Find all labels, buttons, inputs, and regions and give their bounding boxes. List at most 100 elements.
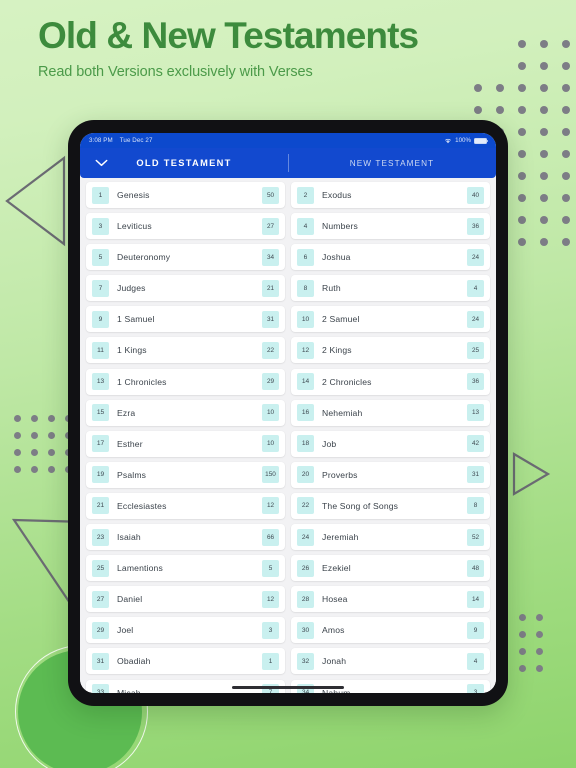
- book-number-badge: 21: [92, 497, 109, 515]
- tablet-device-frame: 3:08 PM Tue Dec 27 100% OLD TESTAMENT NE…: [68, 120, 508, 706]
- book-number-badge: 6: [297, 248, 314, 266]
- book-row: 9 1 Samuel 31 10 2 Samuel 24: [86, 306, 490, 333]
- book-number-badge: 19: [92, 466, 109, 484]
- book-number-badge: 27: [92, 590, 109, 608]
- book-list-item[interactable]: 30 Amos 9: [291, 617, 490, 644]
- chapter-count-badge: 5: [262, 559, 279, 577]
- chapter-count-badge: 10: [262, 435, 279, 453]
- book-list-item[interactable]: 17 Esther 10: [86, 430, 285, 457]
- book-number-badge: 22: [297, 497, 314, 515]
- book-list-item[interactable]: 19 Psalms 150: [86, 461, 285, 488]
- chapter-count-badge: 21: [262, 279, 279, 297]
- book-list-item[interactable]: 22 The Song of Songs 8: [291, 492, 490, 519]
- book-list-item[interactable]: 9 1 Samuel 31: [86, 306, 285, 333]
- tab-new-testament-label: NEW TESTAMENT: [349, 158, 435, 168]
- book-number-badge: 23: [92, 528, 109, 546]
- book-row: 7 Judges 21 8 Ruth 4: [86, 275, 490, 302]
- book-list-item[interactable]: 15 Ezra 10: [86, 399, 285, 426]
- book-name: Ruth: [322, 283, 341, 294]
- book-number-badge: 11: [92, 341, 109, 359]
- testament-tab-bar: OLD TESTAMENT NEW TESTAMENT: [80, 148, 496, 178]
- book-list-item[interactable]: 26 Ezekiel 48: [291, 555, 490, 582]
- book-row: 13 1 Chronicles 29 14 2 Chronicles 36: [86, 368, 490, 395]
- book-list-item[interactable]: 28 Hosea 14: [291, 586, 490, 613]
- book-number-badge: 1: [92, 186, 109, 204]
- book-name: Proverbs: [322, 469, 358, 480]
- chapter-count-badge: 13: [467, 404, 484, 422]
- book-list-item[interactable]: 7 Judges 21: [86, 275, 285, 302]
- book-number-badge: 7: [92, 279, 109, 297]
- chapter-count-badge: 22: [262, 341, 279, 359]
- book-row: 19 Psalms 150 20 Proverbs 31: [86, 461, 490, 488]
- book-number-badge: 25: [92, 559, 109, 577]
- status-bar: 3:08 PM Tue Dec 27 100%: [80, 133, 496, 148]
- book-row: 15 Ezra 10 16 Nehemiah 13: [86, 399, 490, 426]
- book-name: Leviticus: [117, 221, 152, 232]
- book-name: Psalms: [117, 469, 147, 480]
- book-list-item[interactable]: 18 Job 42: [291, 430, 490, 457]
- book-list-item[interactable]: 16 Nehemiah 13: [291, 399, 490, 426]
- book-list-item[interactable]: 21 Ecclesiastes 12: [86, 492, 285, 519]
- book-list-item[interactable]: 14 2 Chronicles 36: [291, 368, 490, 395]
- book-name: Joel: [117, 625, 134, 636]
- chapter-count-badge: 12: [262, 497, 279, 515]
- book-name: Ezra: [117, 407, 136, 418]
- book-list-item[interactable]: 20 Proverbs 31: [291, 461, 490, 488]
- book-name: 2 Chronicles: [322, 376, 372, 387]
- book-name: 1 Kings: [117, 345, 147, 356]
- book-list-item[interactable]: 31 Obadiah 1: [86, 648, 285, 675]
- book-name: Obadiah: [117, 656, 151, 667]
- chapter-count-badge: 36: [467, 217, 484, 235]
- book-number-badge: 24: [297, 528, 314, 546]
- book-list-item[interactable]: 5 Deuteronomy 34: [86, 244, 285, 271]
- book-list-item[interactable]: 2 Exodus 40: [291, 182, 490, 208]
- tab-new-testament[interactable]: NEW TESTAMENT: [288, 148, 496, 178]
- book-number-badge: 4: [297, 217, 314, 235]
- chapter-count-badge: 24: [467, 310, 484, 328]
- book-list-item[interactable]: 23 Isaiah 66: [86, 524, 285, 551]
- book-list[interactable]: 1 Genesis 50 2 Exodus 40 3 Leviticus 27 4 Numbers 3…: [80, 178, 496, 693]
- chapter-count-badge: 42: [467, 435, 484, 453]
- book-list-item[interactable]: 1 Genesis 50: [86, 182, 285, 208]
- book-row: 23 Isaiah 66 24 Jeremiah 52: [86, 524, 490, 551]
- chevron-down-icon[interactable]: [95, 154, 108, 172]
- promo-header: Old & New Testaments Read both Versions …: [38, 14, 419, 80]
- book-row: 3 Leviticus 27 4 Numbers 36: [86, 213, 490, 240]
- chapter-count-badge: 66: [262, 528, 279, 546]
- book-list-item[interactable]: 13 1 Chronicles 29: [86, 368, 285, 395]
- book-name: Esther: [117, 438, 143, 449]
- book-list-item[interactable]: 29 Joel 3: [86, 617, 285, 644]
- book-number-badge: 28: [297, 590, 314, 608]
- book-list-item[interactable]: 32 Jonah 4: [291, 648, 490, 675]
- book-name: Micah: [117, 687, 141, 694]
- book-row: 27 Daniel 12 28 Hosea 14: [86, 586, 490, 613]
- book-list-item[interactable]: 8 Ruth 4: [291, 275, 490, 302]
- book-number-badge: 13: [92, 373, 109, 391]
- book-number-badge: 9: [92, 310, 109, 328]
- book-row: 1 Genesis 50 2 Exodus 40: [86, 182, 490, 208]
- book-list-item[interactable]: 12 2 Kings 25: [291, 337, 490, 364]
- chapter-count-badge: 14: [467, 590, 484, 608]
- dot-grid-top-right-a: [518, 40, 576, 84]
- status-bar-date: Tue Dec 27: [119, 137, 153, 144]
- book-list-item[interactable]: 3 Leviticus 27: [86, 213, 285, 240]
- book-name: Joshua: [322, 252, 351, 263]
- chapter-count-badge: 50: [262, 186, 279, 204]
- book-list-item[interactable]: 10 2 Samuel 24: [291, 306, 490, 333]
- book-list-item[interactable]: 11 1 Kings 22: [86, 337, 285, 364]
- book-name: Ecclesiastes: [117, 500, 167, 511]
- book-list-item[interactable]: 27 Daniel 12: [86, 586, 285, 613]
- chapter-count-badge: 36: [467, 373, 484, 391]
- book-list-item[interactable]: 6 Joshua 24: [291, 244, 490, 271]
- book-name: Ezekiel: [322, 563, 351, 574]
- book-name: Jeremiah: [322, 532, 359, 543]
- chapter-count-badge: 27: [262, 217, 279, 235]
- book-list-item[interactable]: 25 Lamentions 5: [86, 555, 285, 582]
- chapter-count-badge: 4: [467, 652, 484, 670]
- tab-old-testament[interactable]: OLD TESTAMENT: [80, 148, 288, 178]
- chapter-count-badge: 29: [262, 373, 279, 391]
- book-list-item[interactable]: 24 Jeremiah 52: [291, 524, 490, 551]
- book-list-item[interactable]: 4 Numbers 36: [291, 213, 490, 240]
- chapter-count-badge: 3: [467, 684, 484, 693]
- book-name: Genesis: [117, 190, 150, 200]
